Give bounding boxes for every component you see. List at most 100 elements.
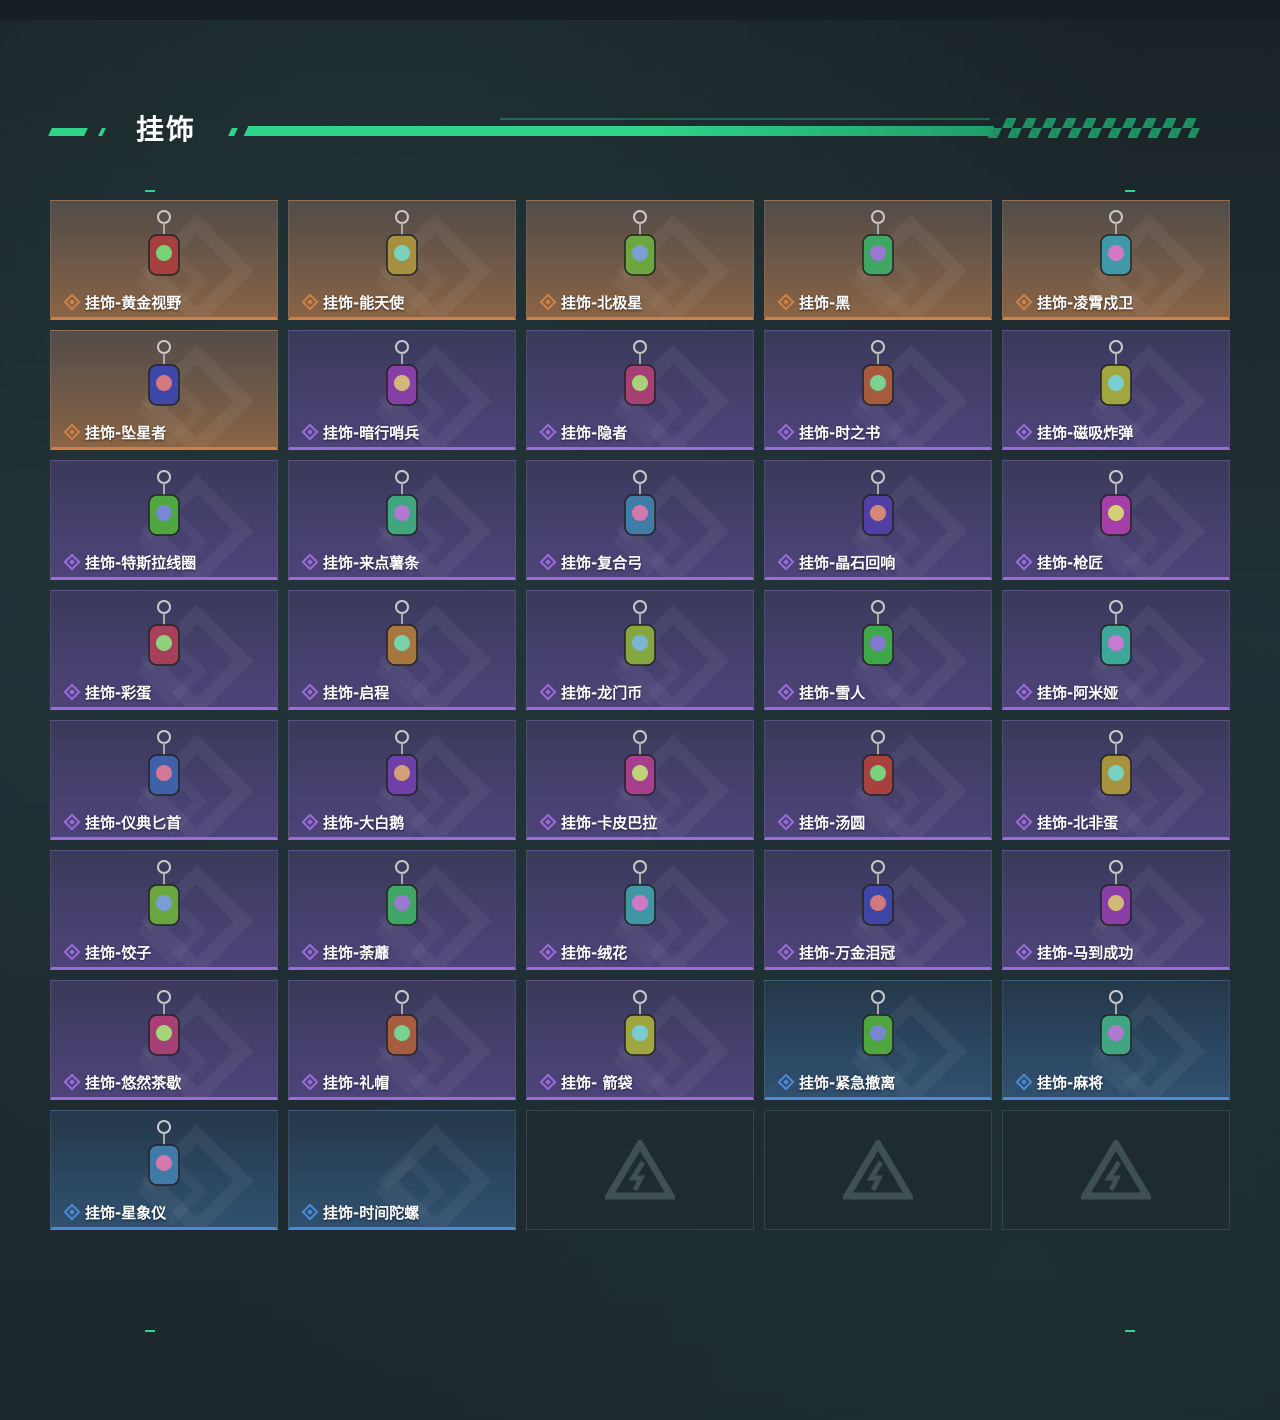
- charm-card[interactable]: 挂饰-时间陀螺: [288, 1110, 516, 1230]
- charm-icon: [862, 990, 894, 1056]
- charm-label: 挂饰-来点薯条: [301, 551, 419, 573]
- charm-card[interactable]: 挂饰-启程: [288, 590, 516, 710]
- charm-card[interactable]: 挂饰-龙门币: [526, 590, 754, 710]
- charm-icon: [386, 990, 418, 1056]
- charm-card[interactable]: 挂饰-汤圆: [764, 720, 992, 840]
- charm-label: 挂饰-荼蘼: [301, 941, 389, 963]
- charm-icon: [148, 470, 180, 536]
- charm-name: 挂饰- 箭袋: [561, 1073, 633, 1092]
- rarity-diamond-icon: [777, 943, 795, 961]
- rarity-diamond-icon: [63, 943, 81, 961]
- charm-card[interactable]: 挂饰-复合弓: [526, 460, 754, 580]
- charm-card[interactable]: 挂饰-万金泪冠: [764, 850, 992, 970]
- charm-label: 挂饰-时间陀螺: [301, 1201, 419, 1223]
- rarity-diamond-icon: [539, 813, 557, 831]
- charm-card[interactable]: 挂饰-坠星者: [50, 330, 278, 450]
- charm-card[interactable]: 挂饰-马到成功: [1002, 850, 1230, 970]
- charm-icon: [624, 860, 656, 926]
- rarity-diamond-icon: [1015, 683, 1033, 701]
- charm-label: 挂饰-仪典匕首: [63, 811, 181, 833]
- charm-card[interactable]: 挂饰-雪人: [764, 590, 992, 710]
- corner-marker: [1125, 1330, 1135, 1332]
- charm-name: 挂饰-凌霄戍卫: [1037, 293, 1134, 312]
- charm-card[interactable]: 挂饰-北极星: [526, 200, 754, 320]
- charm-card[interactable]: 挂饰-仪典匕首: [50, 720, 278, 840]
- charm-name: 挂饰-大白鹅: [323, 813, 405, 832]
- charm-icon: [148, 990, 180, 1056]
- charm-label: 挂饰-磁吸炸弹: [1015, 421, 1133, 443]
- rarity-diamond-icon: [1015, 813, 1033, 831]
- charm-card[interactable]: 挂饰-黄金视野: [50, 200, 278, 320]
- charm-icon: [862, 860, 894, 926]
- rarity-diamond-icon: [301, 683, 319, 701]
- charm-label: 挂饰-龙门币: [539, 681, 642, 703]
- charm-card[interactable]: 挂饰-晶石回响: [764, 460, 992, 580]
- charm-icon: [862, 730, 894, 796]
- empty-slot: [526, 1110, 754, 1230]
- rarity-diamond-icon: [777, 423, 795, 441]
- charm-name: 挂饰-麻将: [1037, 1073, 1104, 1092]
- charm-card[interactable]: 挂饰-凌霄戍卫: [1002, 200, 1230, 320]
- charm-icon: [148, 730, 180, 796]
- rarity-diamond-icon: [301, 813, 319, 831]
- charm-card[interactable]: 挂饰-黑: [764, 200, 992, 320]
- charm-card[interactable]: 挂饰-能天使: [288, 200, 516, 320]
- charm-card[interactable]: 挂饰-礼帽: [288, 980, 516, 1100]
- rarity-diamond-icon: [301, 293, 319, 311]
- charm-card[interactable]: 挂饰-绒花: [526, 850, 754, 970]
- charm-name: 挂饰-晶石回响: [799, 553, 896, 572]
- charm-icon: [862, 210, 894, 276]
- charm-label: 挂饰-悠然茶歇: [63, 1071, 181, 1093]
- charm-icon: [1100, 860, 1132, 926]
- charm-label: 挂饰-汤圆: [777, 811, 865, 833]
- charm-card[interactable]: 挂饰-北非蛋: [1002, 720, 1230, 840]
- charm-label: 挂饰-万金泪冠: [777, 941, 895, 963]
- charm-card[interactable]: 挂饰-荼蘼: [288, 850, 516, 970]
- rarity-diamond-icon: [777, 1073, 795, 1091]
- charm-label: 挂饰-隐者: [539, 421, 627, 443]
- charm-card[interactable]: 挂饰-卡皮巴拉: [526, 720, 754, 840]
- charm-label: 挂饰-启程: [301, 681, 389, 703]
- charm-label: 挂饰-麻将: [1015, 1071, 1103, 1093]
- corner-marker: [1125, 190, 1135, 192]
- charm-card[interactable]: 挂饰-彩蛋: [50, 590, 278, 710]
- charm-icon: [624, 340, 656, 406]
- charm-card[interactable]: 挂饰-大白鹅: [288, 720, 516, 840]
- charm-card[interactable]: 挂饰-星象仪: [50, 1110, 278, 1230]
- charm-card[interactable]: 挂饰-悠然茶歇: [50, 980, 278, 1100]
- corner-marker: [145, 1330, 155, 1332]
- rarity-diamond-icon: [1015, 1073, 1033, 1091]
- charm-card[interactable]: 挂饰-特斯拉线圈: [50, 460, 278, 580]
- charm-card[interactable]: 挂饰-磁吸炸弹: [1002, 330, 1230, 450]
- empty-slot: [764, 1110, 992, 1230]
- charm-label: 挂饰-坠星者: [63, 421, 166, 443]
- charm-name: 挂饰-北非蛋: [1037, 813, 1119, 832]
- charm-label: 挂饰-紧急撤离: [777, 1071, 895, 1093]
- charm-card[interactable]: 挂饰-枪匠: [1002, 460, 1230, 580]
- charm-name: 挂饰-特斯拉线圈: [85, 553, 197, 572]
- header-checker-pattern: [987, 118, 1205, 138]
- charm-name: 挂饰-坠星者: [85, 423, 167, 442]
- header-accent-bar: [228, 128, 238, 136]
- charm-card[interactable]: 挂饰-阿米娅: [1002, 590, 1230, 710]
- charm-card[interactable]: 挂饰- 箭袋: [526, 980, 754, 1100]
- charm-name: 挂饰-时间陀螺: [323, 1203, 420, 1222]
- charm-card[interactable]: 挂饰-隐者: [526, 330, 754, 450]
- charm-card[interactable]: 挂饰-麻将: [1002, 980, 1230, 1100]
- charm-name: 挂饰-彩蛋: [85, 683, 152, 702]
- charm-card[interactable]: 挂饰-时之书: [764, 330, 992, 450]
- rarity-diamond-icon: [301, 423, 319, 441]
- charm-name: 挂饰-仪典匕首: [85, 813, 182, 832]
- charm-card[interactable]: 挂饰-来点薯条: [288, 460, 516, 580]
- charm-card[interactable]: 挂饰-紧急撤离: [764, 980, 992, 1100]
- charm-label: 挂饰-特斯拉线圈: [63, 551, 196, 573]
- charm-card[interactable]: 挂饰-饺子: [50, 850, 278, 970]
- charm-icon: [1100, 470, 1132, 536]
- charm-label: 挂饰-彩蛋: [63, 681, 151, 703]
- rarity-diamond-icon: [1015, 423, 1033, 441]
- charm-label: 挂饰-凌霄戍卫: [1015, 291, 1133, 313]
- rarity-diamond-icon: [301, 1073, 319, 1091]
- charm-card[interactable]: 挂饰-暗行哨兵: [288, 330, 516, 450]
- charm-label: 挂饰- 箭袋: [539, 1071, 632, 1093]
- rarity-diamond-icon: [63, 1203, 81, 1221]
